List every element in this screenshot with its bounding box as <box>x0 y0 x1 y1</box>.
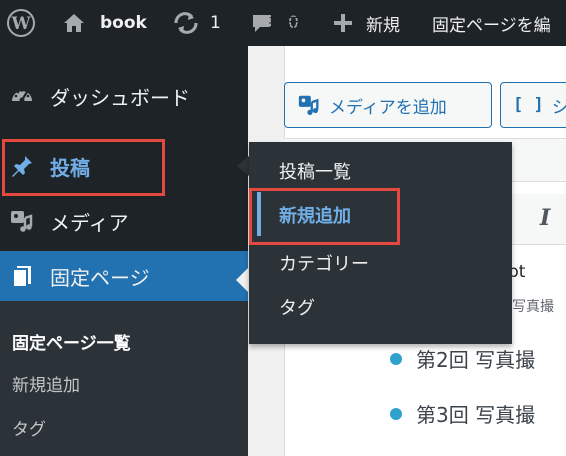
add-media-label: メディアを追加 <box>329 97 447 118</box>
home-icon <box>62 11 86 35</box>
media-icon <box>8 207 36 235</box>
sidebar-item-posts[interactable]: 投稿 <box>0 144 248 188</box>
edit-page-link[interactable]: 固定ページを編 <box>432 0 551 46</box>
current-item-indicator <box>257 192 261 236</box>
bullet-icon <box>390 407 402 420</box>
sidebar-item-label: メディア <box>50 210 129 235</box>
pin-icon <box>8 152 36 180</box>
submenu-item-page-tags[interactable]: タグ <box>12 415 46 440</box>
admin-sidebar: ダッシュボード 投稿 メディア 固定ページ 固定ページ一覧 新規追加 タグ <box>0 46 248 456</box>
posts-flyout-menu: 投稿一覧 新規追加 カテゴリー タグ <box>249 142 512 344</box>
submenu-item-all-pages[interactable]: 固定ページ一覧 <box>12 329 131 354</box>
flyout-item-all-posts[interactable]: 投稿一覧 <box>279 158 351 184</box>
site-name-link[interactable]: book <box>62 0 147 46</box>
tab-view[interactable]: 表示 <box>268 10 302 35</box>
list-item-text: 第3回 写真撮 <box>416 403 536 427</box>
sidebar-item-dashboard[interactable]: ダッシュボード <box>0 76 248 116</box>
pages-icon <box>8 262 36 290</box>
active-menu-arrow <box>236 268 248 292</box>
flyout-item-categories[interactable]: カテゴリー <box>279 250 369 276</box>
pages-submenu: 固定ページ一覧 新規追加 タグ <box>0 301 248 456</box>
italic-button[interactable]: I <box>540 205 550 231</box>
shortcode-label: シ <box>551 97 566 118</box>
updates-count: 1 <box>210 13 221 33</box>
refresh-icon <box>172 11 200 35</box>
edit-page-label: 固定ページを編 <box>432 15 551 36</box>
flyout-arrow <box>237 156 249 176</box>
new-label: 新規 <box>366 15 400 36</box>
new-content-link[interactable]: 新規 <box>332 0 400 46</box>
flyout-item-tags[interactable]: タグ <box>279 294 315 320</box>
updates-link[interactable]: 1 <box>172 0 221 46</box>
plus-icon <box>332 12 354 34</box>
list-item-text: 写真撮 <box>512 299 554 315</box>
list-item: 第2回 写真撮 <box>390 344 535 373</box>
sidebar-item-label: 投稿 <box>50 155 90 180</box>
shortcode-button[interactable]: [ ] シ <box>500 82 566 128</box>
bullet-icon <box>390 352 402 365</box>
list-item: 第3回 写真撮 <box>390 399 535 428</box>
list-item-text: 第2回 写真撮 <box>416 348 536 372</box>
wordpress-logo-button[interactable]: W <box>6 0 36 46</box>
wordpress-icon: W <box>6 8 36 38</box>
add-media-button[interactable]: メディアを追加 <box>284 82 492 128</box>
submenu-item-add-new-page[interactable]: 新規追加 <box>12 371 80 396</box>
sidebar-item-media[interactable]: メディア <box>0 201 248 241</box>
brackets-icon: [ ] <box>513 95 544 115</box>
media-icon <box>297 93 321 117</box>
site-name: book <box>100 13 147 33</box>
svg-text:W: W <box>10 14 31 34</box>
sidebar-item-label: 固定ページ <box>50 265 150 290</box>
dashboard-icon <box>8 82 36 110</box>
flyout-item-add-new[interactable]: 新規追加 <box>279 202 351 228</box>
sidebar-item-pages[interactable]: 固定ページ <box>0 251 248 301</box>
list-item-partial: 写真撮 <box>512 296 554 316</box>
sidebar-item-label: ダッシュボード <box>50 85 190 110</box>
